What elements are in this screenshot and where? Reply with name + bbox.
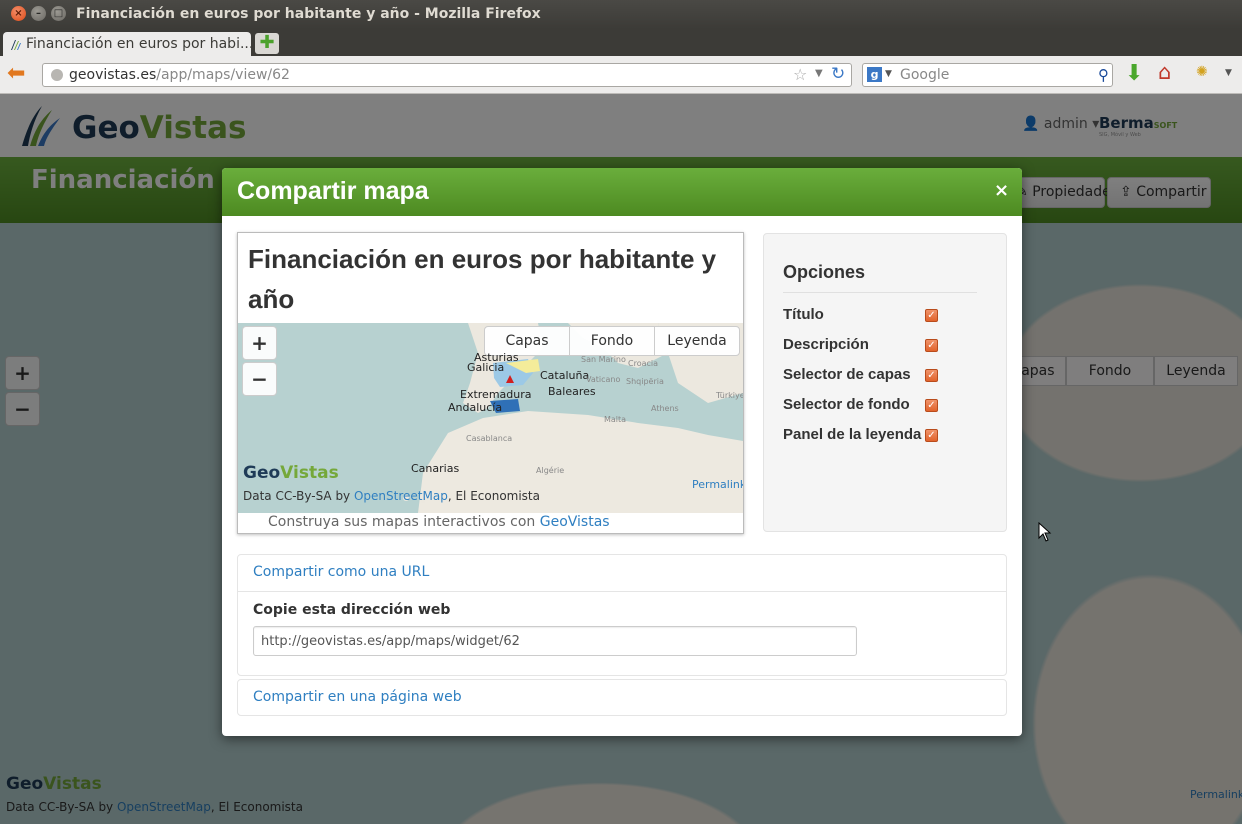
toolbar-overflow-icon[interactable]: ▼ <box>1225 68 1232 78</box>
preview-background-tab[interactable]: Fondo <box>569 326 655 356</box>
geovistas-favicon-icon <box>11 40 21 50</box>
url-history-dropdown-icon[interactable]: ▼ <box>815 68 823 79</box>
window-minimize-button[interactable]: – <box>31 6 46 21</box>
map-label-canarias: Canarias <box>411 462 460 475</box>
preview-openstreetmap-link[interactable]: OpenStreetMap <box>354 489 448 503</box>
option-legend-panel-row: Panel de la leyenda ✓ <box>783 424 983 448</box>
map-label-malta: Malta <box>604 415 627 424</box>
modal-header: Compartir mapa × <box>222 168 1022 216</box>
option-layer-selector-checkbox[interactable]: ✓ <box>925 369 938 382</box>
modal-close-icon[interactable]: × <box>994 180 1009 201</box>
preview-map-title: Financiación en euros por habitante y añ… <box>248 244 717 314</box>
options-panel: Opciones Título ✓ Descripción ✓ Selector… <box>763 233 1007 532</box>
url-bar[interactable]: geovistas.es/app/maps/view/62 ☆ ▼ ↻ <box>42 63 852 87</box>
share-url-section: Compartir como una URL Copie esta direcc… <box>237 554 1007 676</box>
option-background-selector-label: Selector de fondo <box>783 396 910 413</box>
options-divider <box>783 292 977 293</box>
map-label-croacia: Croacia <box>628 359 659 368</box>
extension-icon[interactable]: ✺ <box>1196 64 1208 80</box>
option-title-checkbox[interactable]: ✓ <box>925 309 938 322</box>
map-label-turkiye: Türkiye <box>716 391 743 400</box>
search-placeholder: Google <box>900 67 950 83</box>
option-layer-selector-label: Selector de capas <box>783 366 911 383</box>
option-description-row: Descripción ✓ <box>783 334 983 358</box>
map-label-extremadura: Extremadura <box>460 388 532 401</box>
map-label-shqiperia: Shqipëria <box>626 377 664 386</box>
browser-tab-title: Financiación en euros por habi... <box>26 36 251 52</box>
widget-url-field[interactable] <box>253 626 857 656</box>
copy-url-label: Copie esta dirección web <box>253 602 451 618</box>
option-title-row: Título ✓ <box>783 304 983 328</box>
preview-map-attribution: Data CC-By-SA by OpenStreetMap, El Econo… <box>243 489 540 503</box>
option-layer-selector-row: Selector de capas ✓ <box>783 364 983 388</box>
search-icon[interactable]: ⚲ <box>1098 66 1109 84</box>
url-text[interactable]: geovistas.es/app/maps/view/62 <box>69 67 290 83</box>
window-close-button[interactable]: × <box>11 6 26 21</box>
reload-icon[interactable]: ↻ <box>831 64 845 84</box>
navigation-toolbar: ⬅ geovistas.es/app/maps/view/62 ☆ ▼ ↻ g … <box>0 56 1242 94</box>
share-map-modal: Compartir mapa × Financiación en euros p… <box>222 168 1022 736</box>
option-title-label: Título <box>783 306 824 323</box>
share-web-toggle[interactable]: Compartir en una página web <box>253 689 462 705</box>
mouse-pointer-icon <box>1038 522 1052 542</box>
map-label-casablanca: Casablanca <box>466 434 513 443</box>
option-description-label: Descripción <box>783 336 869 353</box>
map-label-san-marino: San Marino <box>581 355 626 364</box>
map-label-vaticano: Vaticano <box>586 375 621 384</box>
preview-permalink[interactable]: Permalink <box>692 478 743 491</box>
window-title: Financiación en euros por habitante y añ… <box>76 6 541 22</box>
preview-footer-geovistas-link[interactable]: GeoVistas <box>540 514 610 530</box>
search-engine-dropdown-icon[interactable]: ▼ <box>885 69 892 79</box>
download-icon[interactable]: ⬇ <box>1125 61 1143 86</box>
option-background-selector-checkbox[interactable]: ✓ <box>925 399 938 412</box>
map-label-baleares: Baleares <box>548 385 596 398</box>
preview-zoom-in-button[interactable]: + <box>242 326 277 360</box>
map-label-andalucia: Andalucía <box>448 401 503 414</box>
map-label-athens: Athens <box>651 404 679 413</box>
preview-zoom-out-button[interactable]: − <box>242 362 277 396</box>
option-description-checkbox[interactable]: ✓ <box>925 339 938 352</box>
window-titlebar: × – □ Financiación en euros por habitant… <box>0 0 1242 29</box>
preview-map-watermark-logo: GeoVistas <box>243 463 339 483</box>
google-engine-icon[interactable]: g <box>867 67 882 82</box>
map-label-algerie: Algérie <box>536 466 565 475</box>
preview-map[interactable]: + − Capas Fondo Leyenda Asturias Galicia… <box>238 323 743 513</box>
window-maximize-button[interactable]: □ <box>51 6 66 21</box>
share-web-section: Compartir en una página web <box>237 679 1007 716</box>
browser-tab[interactable]: Financiación en euros por habi... <box>3 32 251 56</box>
modal-title: Compartir mapa <box>237 177 429 205</box>
site-identity-icon[interactable] <box>51 69 63 81</box>
tab-strip: Financiación en euros por habi... ✚ <box>0 29 1242 56</box>
option-legend-panel-checkbox[interactable]: ✓ <box>925 429 938 442</box>
map-widget-preview: Financiación en euros por habitante y añ… <box>237 232 744 534</box>
preview-legend-tab[interactable]: Leyenda <box>654 326 740 356</box>
home-icon[interactable]: ⌂ <box>1158 60 1171 84</box>
preview-footer: Construya sus mapas interactivos con Geo… <box>268 514 610 530</box>
option-background-selector-row: Selector de fondo ✓ <box>783 394 983 418</box>
back-arrow-icon[interactable]: ⬅ <box>7 63 25 85</box>
share-url-divider <box>238 591 1006 592</box>
search-bar[interactable]: g ▼ Google ⚲ <box>862 63 1113 87</box>
share-url-toggle[interactable]: Compartir como una URL <box>253 564 429 580</box>
map-label-cataluna: Cataluña <box>540 369 590 382</box>
map-label-galicia: Galicia <box>467 361 505 374</box>
options-title: Opciones <box>783 262 866 282</box>
option-legend-panel-label: Panel de la leyenda <box>783 426 922 443</box>
bookmark-star-icon[interactable]: ☆ <box>793 65 807 84</box>
new-tab-button[interactable]: ✚ <box>255 33 279 54</box>
